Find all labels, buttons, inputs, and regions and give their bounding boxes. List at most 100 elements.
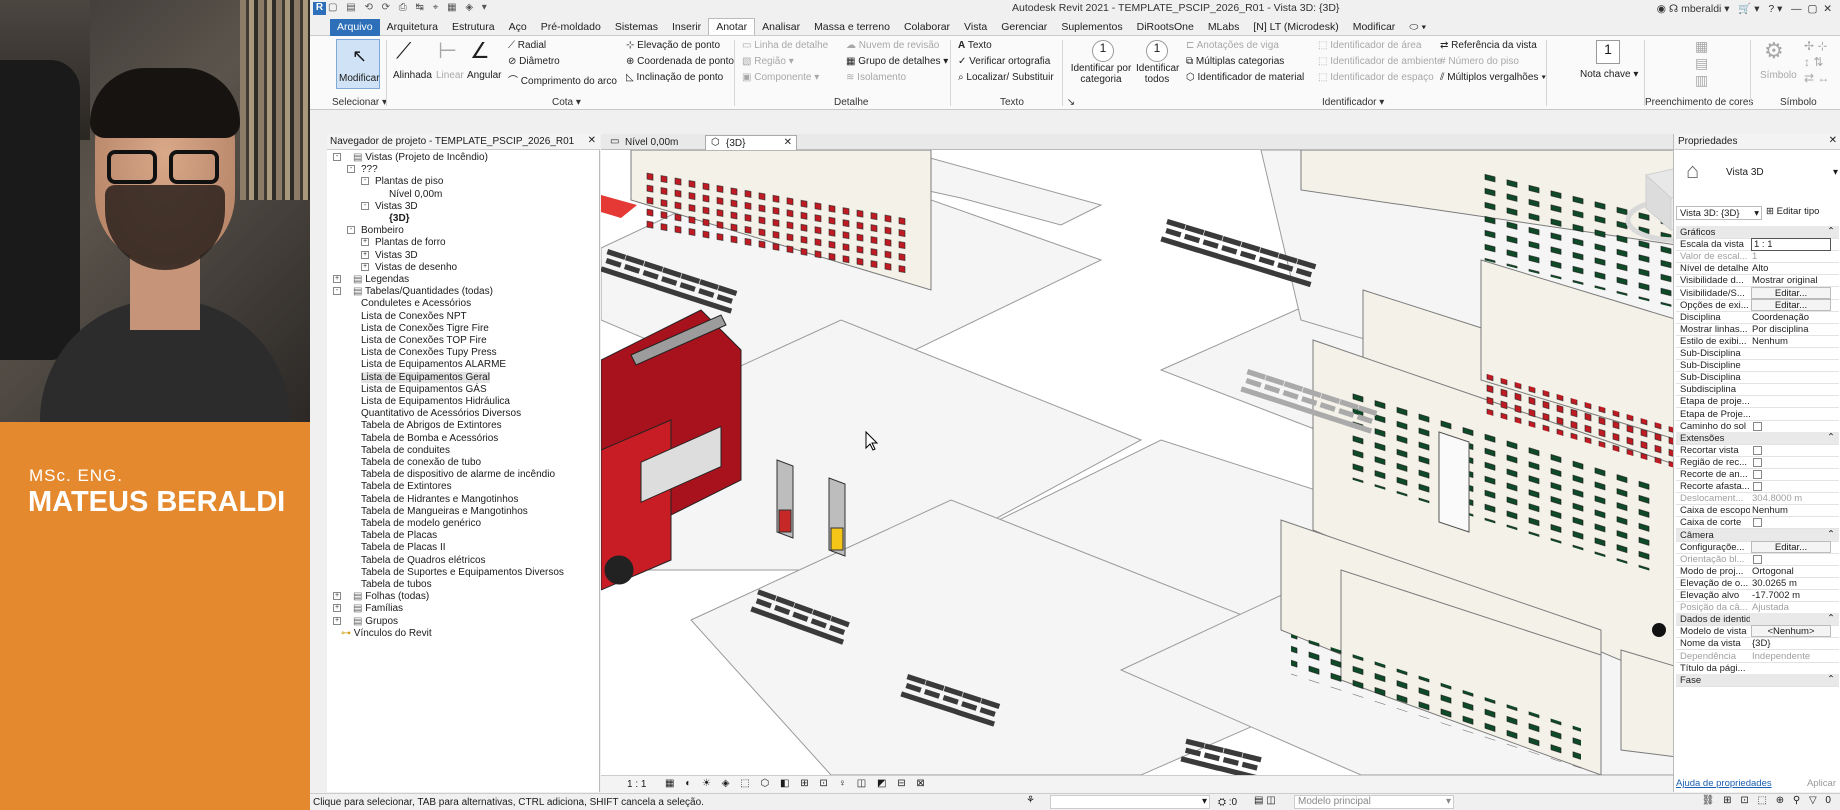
tree-item[interactable]: Lista de Equipamentos Hidráulica — [361, 396, 510, 407]
property-row[interactable]: Sub-Discipline — [1676, 359, 1839, 373]
tree-item-selected[interactable]: Lista de Equipamentos Geral — [361, 371, 490, 383]
property-value[interactable]: Ajustada — [1752, 602, 1789, 613]
aligned-dimension-button[interactable]: Alinhada — [393, 70, 432, 81]
tree-item[interactable]: Conduletes e Acessórios — [361, 298, 471, 309]
tab-estrutura[interactable]: Estrutura — [445, 19, 502, 36]
collapse-icon[interactable]: ⌃ — [1827, 226, 1835, 237]
property-value[interactable]: 304.8000 m — [1752, 493, 1802, 504]
property-row[interactable]: Configuraçõe... Editar... — [1676, 540, 1839, 554]
properties-help-link[interactable]: Ajuda de propriedades — [1676, 778, 1772, 789]
region-button[interactable]: ▧ Região ▾ — [742, 56, 794, 67]
selection-filter-icons[interactable]: ⛓ ⊞ ⊡ ⬚ ⊕ ⚲ ▽ 0 — [1702, 795, 1834, 806]
close-icon[interactable]: ✕ — [1829, 135, 1837, 146]
property-value[interactable]: Coordenação — [1752, 312, 1809, 323]
property-row[interactable]: Estilo de exibi... Nenhum — [1676, 335, 1839, 348]
tree-item[interactable]: Plantas de forro — [375, 237, 446, 248]
property-value[interactable]: Ortogonal — [1752, 566, 1794, 577]
collapse-icon[interactable]: ⌃ — [1827, 432, 1835, 443]
property-value[interactable]: Por disciplina — [1752, 324, 1809, 335]
property-checkbox[interactable] — [1753, 457, 1762, 467]
tab-gerenciar[interactable]: Gerenciar — [994, 19, 1054, 36]
tree-item[interactable]: Bombeiro — [361, 225, 404, 236]
property-checkbox[interactable] — [1753, 445, 1762, 455]
property-row[interactable]: Modo de proj... Ortogonal — [1676, 565, 1839, 578]
detail-line-button[interactable]: ▭ Linha de detalhe — [742, 40, 828, 51]
property-checkbox[interactable] — [1753, 421, 1762, 431]
tab-dirootsone[interactable]: DiRootsOne — [1130, 19, 1201, 36]
angular-dimension-button[interactable]: Angular — [467, 70, 501, 81]
property-row[interactable]: Elevação alvo -17.7002 m — [1676, 589, 1839, 602]
tree-toggle[interactable]: - — [333, 287, 341, 296]
property-edit-button[interactable]: Editar... — [1751, 286, 1831, 299]
tree-item[interactable]: ▤ Famílias — [353, 603, 403, 614]
tab-3d-view[interactable]: ⬡ {3D} ✕ — [705, 135, 797, 150]
quick-access-toolbar[interactable]: ▢ ▤ ⟲ ⟳ ⎙ ↹ ⌖ ▦ ◈ ▾ — [328, 2, 490, 13]
tree-item[interactable]: Tabela de Suportes e Equipamentos Divers… — [361, 567, 564, 578]
property-row[interactable]: Modelo de vista <Nenhum> — [1676, 625, 1839, 639]
tab-inserir[interactable]: Inserir — [665, 19, 708, 36]
tree-toggle[interactable]: - — [361, 201, 369, 210]
tree-item[interactable]: Tabela de modelo genérico — [361, 518, 481, 529]
property-edit-button[interactable]: Editar... — [1751, 540, 1831, 553]
tab--n-lt-microdesk-[interactable]: [N] LT (Microdesk) — [1246, 19, 1345, 36]
property-row[interactable]: Posição da câ... Ajustada — [1676, 601, 1839, 615]
property-row[interactable]: Disciplina Coordenação — [1676, 311, 1839, 324]
tree-toggle[interactable]: - — [347, 226, 355, 235]
property-value[interactable]: Mostrar original — [1752, 275, 1817, 286]
property-row[interactable]: Subdisciplina — [1676, 383, 1839, 397]
property-row[interactable]: Sub-Disciplina — [1676, 347, 1839, 360]
property-row[interactable]: Caixa de corte — [1676, 516, 1839, 530]
edit-type-button[interactable]: ⊞ Editar tipo — [1766, 206, 1838, 220]
tag-by-category-button[interactable]: Identificar por categoria — [1070, 63, 1132, 85]
text-button[interactable]: A Texto — [958, 40, 992, 51]
property-row[interactable]: Título da pági... — [1676, 662, 1839, 675]
spot-slope-button[interactable]: ◺ Inclinação de ponto — [626, 72, 723, 83]
property-row[interactable]: Região de rec... — [1676, 456, 1839, 469]
panel-texto-label[interactable]: Texto ↘ — [1000, 97, 1075, 108]
type-selector-dropdown-icon[interactable]: ▾ — [1833, 167, 1838, 178]
find-replace-button[interactable]: ⌕ Localizar/ Substituir — [958, 72, 1054, 83]
detail-group-button[interactable]: ▦ Grupo de detalhes ▾ — [846, 56, 948, 67]
panel-identificador-label[interactable]: Identificador ▾ — [1322, 97, 1384, 108]
tab-vista[interactable]: Vista — [957, 19, 994, 36]
tab-anotar[interactable]: Anotar — [708, 18, 756, 35]
property-checkbox[interactable] — [1753, 554, 1762, 564]
collapse-icon[interactable]: ⌃ — [1827, 529, 1835, 540]
multi-rebar-button[interactable]: ⫽ Múltiplos vergalhões ▾ — [1440, 72, 1546, 83]
tree-item[interactable]: Plantas de piso — [375, 176, 443, 187]
tree-toggle[interactable]: - — [361, 177, 369, 186]
arc-length-button[interactable]: ⌒ Comprimento do arco — [508, 72, 617, 87]
tree-toggle[interactable]: - — [347, 165, 355, 174]
tree-item[interactable]: Lista de Equipamentos ALARME — [361, 359, 506, 370]
property-row[interactable]: Elevação de o... 30.0265 m — [1676, 577, 1839, 590]
tree-item[interactable]: Tabela de Mangueiras e Mangotinhos — [361, 506, 528, 517]
3d-viewport[interactable]: ΞΞΞΞΞΞΞ ΞΞΞΞΞΞΞΞ ΞΞΞΞΞΞΞ ΞΞΞΞΞ ΞΞΞΞΞ ΞΞΞ… — [601, 150, 1731, 775]
tree-item[interactable]: ▤ Folhas (todas) — [353, 591, 429, 602]
component-button[interactable]: ▣ Componente ▾ — [742, 72, 819, 83]
tread-number-button[interactable]: # Número do piso — [1440, 56, 1519, 67]
property-row[interactable]: Recorte afasta... — [1676, 480, 1839, 494]
property-value[interactable]: Independente — [1752, 651, 1810, 662]
tab-massa-e-terreno[interactable]: Massa e terreno — [807, 19, 897, 36]
property-value[interactable]: Nenhum — [1752, 336, 1788, 347]
tree-toggle[interactable]: + — [361, 262, 369, 271]
tree-item[interactable]: Tabela de dispositivo de alarme de incên… — [361, 469, 555, 480]
tab-sistemas[interactable]: Sistemas — [608, 19, 665, 36]
spot-elevation-button[interactable]: ⊹ Elevação de ponto — [626, 40, 720, 51]
property-checkbox[interactable] — [1753, 518, 1762, 528]
tab-colaborar[interactable]: Colaborar — [897, 19, 957, 36]
property-checkbox[interactable] — [1753, 470, 1762, 479]
property-value[interactable]: -17.7002 m — [1752, 590, 1800, 601]
property-row[interactable]: Valor de escal... 1 — [1676, 250, 1839, 264]
tree-item[interactable]: Tabela de Quadros elétricos — [361, 555, 486, 566]
property-row[interactable]: Deslocament... 304.8000 m — [1676, 492, 1839, 506]
tree-item[interactable]: Tabela de Hidrantes e Mangotinhos — [361, 494, 518, 505]
tree-item[interactable]: Lista de Conexões NPT — [361, 311, 467, 322]
property-row[interactable]: Orientação bl... — [1676, 553, 1839, 566]
property-checkbox[interactable] — [1753, 482, 1762, 492]
property-value[interactable]: {3D} — [1752, 638, 1771, 649]
tree-item[interactable]: ??? — [361, 164, 378, 175]
worksets-icon[interactable]: ⚘ — [1026, 795, 1035, 806]
property-row[interactable]: Caminho do sol — [1676, 420, 1839, 433]
property-value[interactable]: 30.0265 m — [1752, 578, 1797, 589]
